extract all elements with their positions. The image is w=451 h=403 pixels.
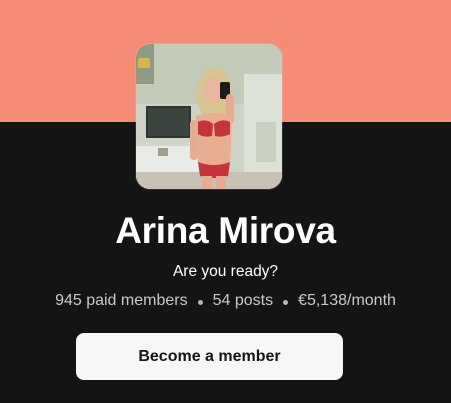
profile-tagline: Are you ready?	[172, 263, 279, 280]
separator-dot-icon	[197, 299, 203, 305]
profile-name: Arina Mirova	[115, 210, 336, 251]
profile-stats: 945 paid members 54 posts €5,138/month	[0, 291, 451, 311]
members-count: 945 paid members	[55, 292, 188, 309]
profile-page: Arina Mirova Are you ready? 945 paid mem…	[0, 0, 451, 403]
separator-dot-icon	[283, 299, 289, 305]
monthly-earnings: €5,138/month	[298, 292, 396, 309]
become-member-button[interactable]: Become a member	[76, 333, 343, 380]
avatar[interactable]	[136, 44, 282, 189]
avatar-photo	[136, 44, 282, 189]
posts-count: 54 posts	[212, 292, 274, 309]
